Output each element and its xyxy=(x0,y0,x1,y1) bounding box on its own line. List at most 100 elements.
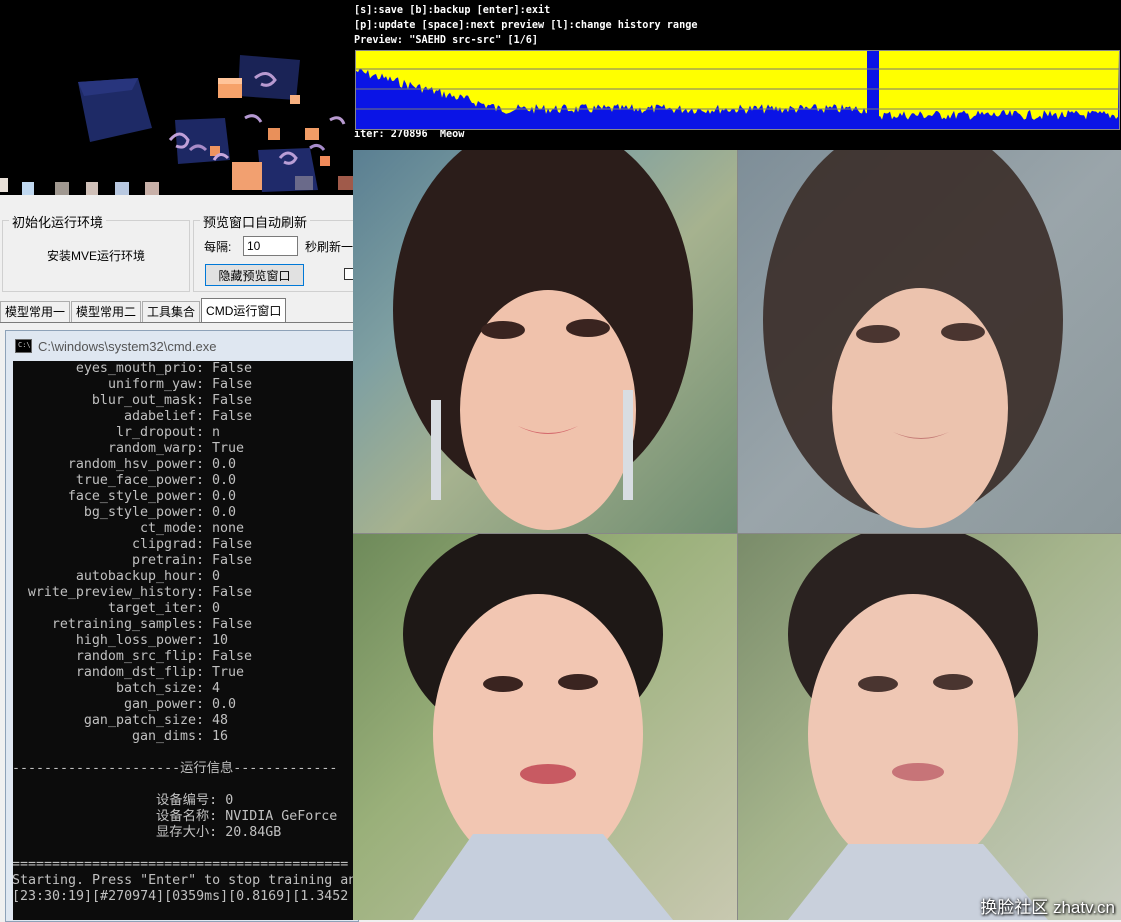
param-line: autobackup_hour: 0 xyxy=(13,569,356,585)
param-line: adabelief: False xyxy=(13,409,356,425)
param-line: gan_dims: 16 xyxy=(13,729,356,745)
param-key: lr_dropout xyxy=(115,425,196,440)
device-number-line: 设备编号: 0 xyxy=(156,793,234,808)
param-line: blur_out_mask: False xyxy=(13,393,356,409)
param-key: gan_patch_size xyxy=(83,713,196,728)
interval-label: 每隔: xyxy=(204,240,232,254)
preview-predicted-face-2 xyxy=(738,534,1121,920)
param-line: gan_patch_size: 48 xyxy=(13,713,356,729)
init-env-group: 初始化运行环境 安装MVE运行环境 xyxy=(2,212,190,292)
preview-mode-line: Preview: "SAEHD src-src" [1/6] xyxy=(354,35,539,46)
param-line: write_preview_history: False xyxy=(13,585,356,601)
param-key: bg_style_power xyxy=(83,505,196,520)
param-key: gan_dims xyxy=(131,729,196,744)
console-icon: C:\ xyxy=(15,339,32,353)
pixel-strip xyxy=(115,182,129,195)
hotkeys-line-1: [s]:save [b]:backup [enter]:exit xyxy=(354,5,551,16)
param-value: : False xyxy=(196,393,253,408)
param-line: random_warp: True xyxy=(13,441,356,457)
param-value: : 0.0 xyxy=(196,489,237,504)
pixel-strip xyxy=(86,182,98,195)
param-value: : 10 xyxy=(196,633,229,648)
param-line: clipgrad: False xyxy=(13,537,356,553)
param-key: uniform_yaw xyxy=(107,377,196,392)
param-value: : 0.0 xyxy=(196,473,237,488)
tab-divider xyxy=(0,322,354,323)
cmd-titlebar[interactable]: C:\ C:\windows\system32\cmd.exe xyxy=(6,331,356,361)
tab-model-common-1[interactable]: 模型常用一 xyxy=(0,301,71,323)
param-key: random_warp xyxy=(107,441,196,456)
starting-line: Starting. Press "Enter" to stop training… xyxy=(13,873,356,888)
param-value: : False xyxy=(196,377,253,392)
hide-preview-button[interactable]: 隐藏预览窗口 xyxy=(205,264,304,286)
param-key: gan_power xyxy=(123,697,196,712)
param-line: lr_dropout: n xyxy=(13,425,356,441)
preview-src-face-1 xyxy=(353,150,737,533)
param-value: : 0 xyxy=(196,601,221,616)
interval-input[interactable]: 10 xyxy=(243,236,298,256)
param-value: : False xyxy=(196,585,253,600)
cmd-console-output[interactable]: eyes_mouth_prio: False uniform_yaw: False… xyxy=(13,361,356,920)
param-key: target_iter xyxy=(107,601,196,616)
param-line: random_src_flip: False xyxy=(13,649,356,665)
param-line: random_hsv_power: 0.0 xyxy=(13,457,356,473)
pixel-strip xyxy=(295,176,313,190)
param-value: : False xyxy=(196,649,253,664)
param-line: bg_style_power: 0.0 xyxy=(13,505,356,521)
param-value: : False xyxy=(196,553,253,568)
param-key: face_style_power xyxy=(67,489,196,504)
param-key: high_loss_power xyxy=(75,633,196,648)
param-value: : False xyxy=(196,409,253,424)
section-line: ---------------------运行信息------------- xyxy=(13,761,338,776)
init-group-title: 初始化运行环境 xyxy=(9,212,107,231)
param-key: blur_out_mask xyxy=(91,393,196,408)
param-key: eyes_mouth_prio xyxy=(75,361,196,376)
loss-graph-svg xyxy=(356,51,1119,129)
vram-line: 显存大小: 20.84GB xyxy=(156,825,282,840)
render-shapes xyxy=(78,55,346,192)
device-name-line: 设备名称: NVIDIA GeForce xyxy=(156,809,338,824)
tab-tools[interactable]: 工具集合 xyxy=(142,301,201,323)
preview-src-face-2 xyxy=(353,534,737,920)
watermark-text: 换脸社区 zhatv.cn xyxy=(980,898,1115,917)
interval-unit-label: 秒刷新一 xyxy=(305,240,354,254)
param-line: target_iter: 0 xyxy=(13,601,356,617)
pixel-strip xyxy=(338,176,354,190)
param-line: batch_size: 4 xyxy=(13,681,356,697)
param-line: gan_power: 0.0 xyxy=(13,697,356,713)
param-line: true_face_power: 0.0 xyxy=(13,473,356,489)
param-value: : True xyxy=(196,441,245,456)
param-key: random_dst_flip xyxy=(75,665,196,680)
cmd-window-title: C:\windows\system32\cmd.exe xyxy=(38,338,217,354)
install-env-button[interactable]: 安装MVE运行环境 xyxy=(3,247,189,264)
param-line: pretrain: False xyxy=(13,553,356,569)
pixel-strip xyxy=(0,178,8,192)
preview-predicted-face-1 xyxy=(738,150,1121,533)
separator-line: ========================================… xyxy=(13,857,349,872)
param-line: eyes_mouth_prio: False xyxy=(13,361,356,377)
param-value: : n xyxy=(196,425,221,440)
param-key: clipgrad xyxy=(131,537,196,552)
screensaver-render xyxy=(0,0,354,195)
param-value: : False xyxy=(196,537,253,552)
param-value: : False xyxy=(196,361,253,376)
param-value: : False xyxy=(196,617,253,632)
face-preview-grid: 换脸社区 zhatv.cn xyxy=(353,150,1121,920)
param-line: face_style_power: 0.0 xyxy=(13,489,356,505)
param-value: : 16 xyxy=(196,729,229,744)
tab-bar: 模型常用一 模型常用二 工具集合 CMD运行窗口 xyxy=(0,298,287,323)
tab-model-common-2[interactable]: 模型常用二 xyxy=(71,301,142,323)
pixel-strip xyxy=(55,182,69,195)
tab-cmd-window[interactable]: CMD运行窗口 xyxy=(201,298,287,323)
refresh-group-title: 预览窗口自动刷新 xyxy=(200,212,311,231)
training-status-line: [23:30:19][#270974][0359ms][0.8169][1.34… xyxy=(13,889,349,904)
loss-history-graph xyxy=(355,50,1120,130)
hotkeys-line-2: [p]:update [space]:next preview [l]:chan… xyxy=(354,20,698,31)
param-value: : 0 xyxy=(196,569,221,584)
param-value: : 0.0 xyxy=(196,457,237,472)
param-key: write_preview_history xyxy=(27,585,196,600)
param-line: random_dst_flip: True xyxy=(13,665,356,681)
pixel-strip xyxy=(22,182,34,195)
param-line: ct_mode: none xyxy=(13,521,356,537)
param-key: pretrain xyxy=(131,553,196,568)
